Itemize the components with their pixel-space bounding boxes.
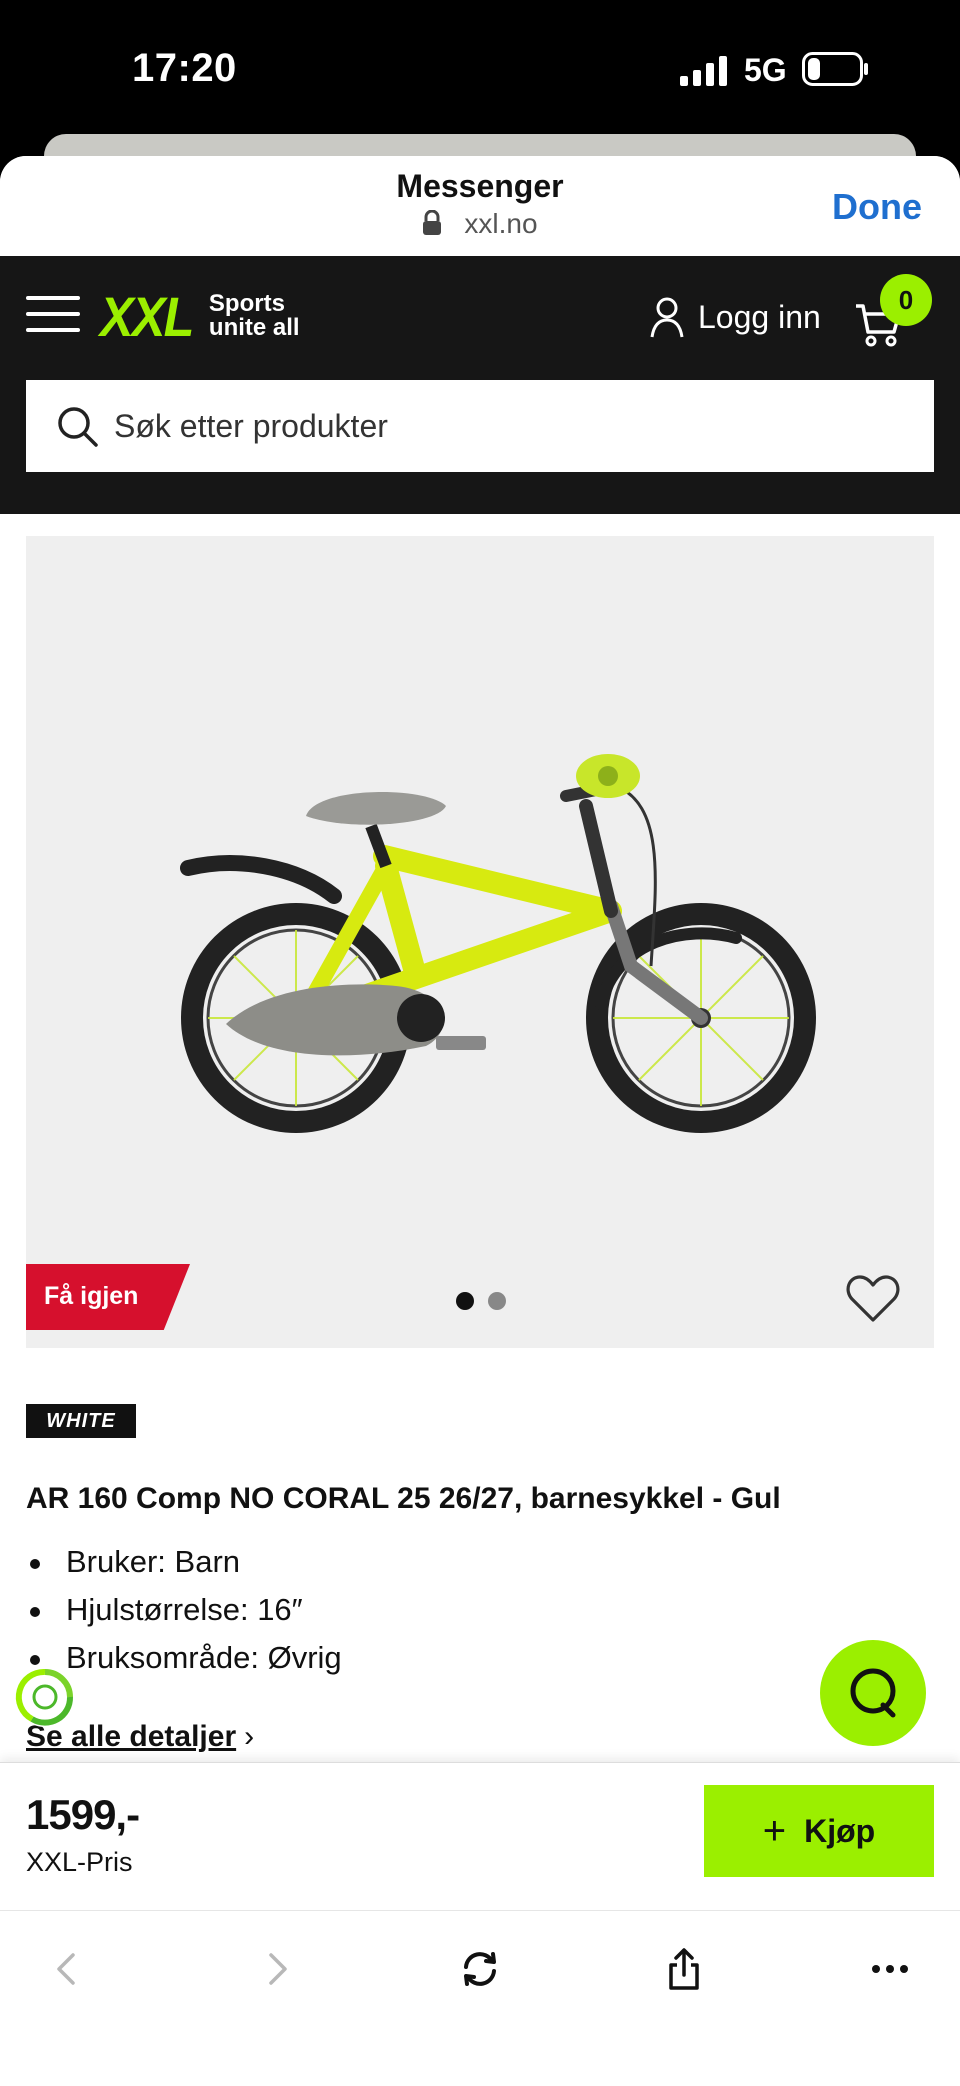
forward-icon: [269, 1953, 287, 1985]
signal-icon: [680, 56, 727, 86]
share-icon: [669, 1948, 699, 1990]
done-button[interactable]: Done: [832, 186, 922, 228]
buy-bar: 1599,- XXL-Pris + Kjøp: [0, 1762, 960, 1910]
carousel-pagination: [456, 1292, 506, 1310]
browser-app-title: Messenger: [396, 168, 564, 204]
back-button[interactable]: [38, 1941, 98, 1997]
carousel-dot-2[interactable]: [488, 1292, 506, 1310]
xxl-logo[interactable]: XXL Sports unite all: [100, 284, 300, 348]
search-input[interactable]: [114, 407, 894, 445]
logo-tagline-line1: Sports: [208, 290, 285, 317]
price-label: XXL-Pris: [26, 1847, 133, 1877]
promo-badge-label: Få igjen: [44, 1282, 139, 1310]
status-time: 17:20: [132, 46, 237, 90]
search-icon: [58, 407, 98, 447]
menu-icon[interactable]: [26, 296, 80, 332]
search-bar[interactable]: [26, 380, 934, 472]
browser-sheet: Messenger xxl.no Done XXL Sports unite a…: [0, 156, 960, 2086]
product-image: [180, 754, 816, 1133]
brand-name: WHITE: [46, 1409, 116, 1432]
more-icon: [872, 1965, 908, 1973]
network-type: 5G: [744, 52, 787, 88]
forward-button[interactable]: [246, 1941, 306, 1997]
chevron-right-icon: ›: [244, 1720, 255, 1753]
brand-logo[interactable]: WHITE: [26, 1404, 136, 1438]
carousel-dot-1[interactable]: [456, 1292, 474, 1310]
heart-icon[interactable]: [846, 1274, 900, 1324]
eco-icon[interactable]: [12, 1664, 78, 1730]
user-icon: [650, 297, 684, 338]
logo-tagline: Sports unite all: [209, 292, 300, 340]
buy-button-label: Kjøp: [804, 1812, 876, 1849]
share-button[interactable]: [654, 1941, 714, 1997]
browser-url[interactable]: xxl.no: [0, 208, 960, 240]
product-title: AR 160 Comp NO CORAL 25 26/27, barnesykk…: [26, 1482, 781, 1515]
spec-item: Bruker: Barn: [26, 1538, 342, 1586]
site-header: XXL Sports unite all Logg inn 0: [0, 256, 960, 514]
url-text: xxl.no: [464, 208, 538, 239]
login-label: Logg inn: [698, 298, 821, 335]
buy-button[interactable]: + Kjøp: [704, 1785, 934, 1877]
reload-icon: [464, 1952, 496, 1986]
logo-wordmark: XXL: [100, 284, 194, 348]
chat-button[interactable]: [820, 1640, 926, 1746]
lock-icon: [423, 210, 442, 235]
plus-icon: +: [762, 1809, 787, 1853]
chat-icon: [850, 1668, 896, 1718]
browser-toolbar: [0, 1910, 960, 2086]
more-button[interactable]: [860, 1941, 920, 1997]
reload-button[interactable]: [450, 1941, 510, 1997]
login-button[interactable]: Logg inn: [650, 296, 821, 338]
spec-item: Hjulstørrelse: 16″: [26, 1586, 342, 1634]
back-icon: [57, 1953, 75, 1985]
product-price: 1599,-: [26, 1791, 140, 1838]
browser-header: Messenger xxl.no Done: [0, 156, 960, 256]
status-bar: 17:20 5G: [0, 0, 960, 140]
promo-badge: Få igjen: [26, 1264, 190, 1330]
logo-tagline-line2: unite all: [208, 314, 300, 341]
battery-icon: [802, 52, 868, 86]
product-image-carousel[interactable]: Få igjen: [26, 536, 934, 1348]
product-specs: Bruker: Barn Hjulstørrelse: 16″ Bruksomr…: [26, 1538, 342, 1682]
cart-count-badge: 0: [880, 274, 932, 326]
